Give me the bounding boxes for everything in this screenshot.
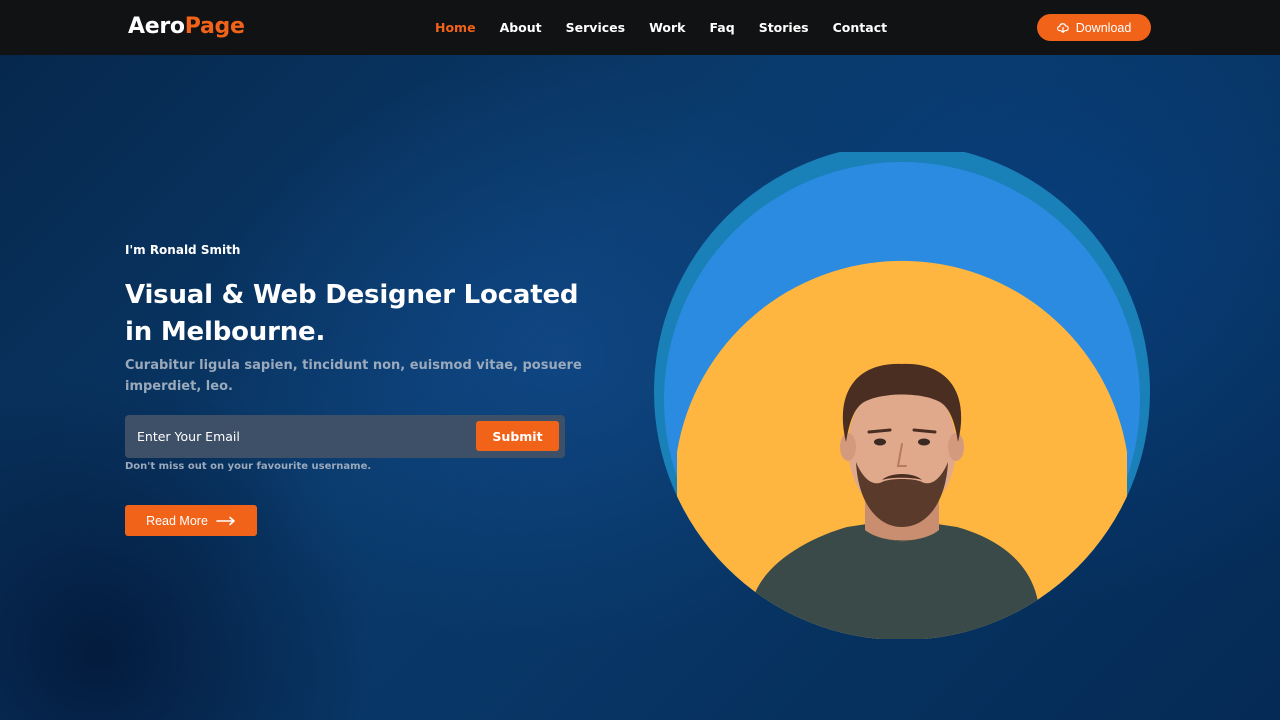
cloud-download-icon bbox=[1056, 22, 1069, 33]
nav-item-work[interactable]: Work bbox=[649, 18, 685, 38]
navbar: AeroPage Home About Services Work Faq St… bbox=[0, 0, 1280, 55]
nav-item-home[interactable]: Home bbox=[435, 18, 476, 38]
portrait-illustration bbox=[654, 152, 1150, 639]
download-label: Download bbox=[1075, 20, 1132, 35]
email-hint: Don't miss out on your favourite usernam… bbox=[125, 461, 372, 472]
hero-headline: Visual & Web Designer Located in Melbour… bbox=[125, 280, 579, 347]
arrow-right-icon bbox=[216, 516, 235, 525]
email-input[interactable] bbox=[125, 415, 465, 458]
nav-item-faq[interactable]: Faq bbox=[709, 18, 734, 38]
hero-intro: I'm Ronald Smith bbox=[125, 243, 241, 257]
logo-part-1: Aero bbox=[128, 14, 185, 39]
download-button[interactable]: Download bbox=[1037, 14, 1151, 41]
nav-item-stories[interactable]: Stories bbox=[759, 18, 809, 38]
hero-section: I'm Ronald Smith Visual & Web Designer L… bbox=[0, 55, 1280, 720]
submit-button[interactable]: Submit bbox=[476, 421, 559, 451]
logo[interactable]: AeroPage bbox=[128, 12, 245, 42]
read-more-button[interactable]: Read More bbox=[125, 505, 257, 536]
nav-item-contact[interactable]: Contact bbox=[833, 18, 887, 38]
email-subscribe-form: Submit bbox=[125, 415, 565, 458]
read-more-label: Read More bbox=[146, 513, 208, 528]
nav-menu: Home About Services Work Faq Stories Con… bbox=[435, 18, 911, 38]
portrait-graphic bbox=[652, 152, 1152, 639]
nav-item-services[interactable]: Services bbox=[566, 18, 625, 38]
logo-part-2: Page bbox=[184, 14, 245, 39]
nav-item-about[interactable]: About bbox=[500, 18, 542, 38]
hero-subtext: Curabitur ligula sapien, tincidunt non, … bbox=[125, 358, 582, 394]
